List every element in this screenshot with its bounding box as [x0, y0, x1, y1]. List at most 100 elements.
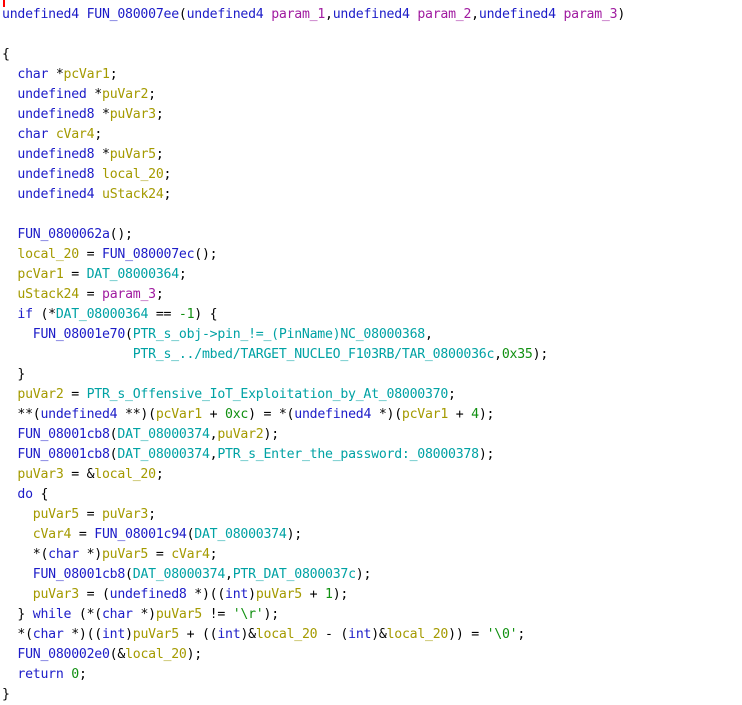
- code-line[interactable]: puVar5 = puVar3;: [2, 505, 625, 525]
- code-line[interactable]: [2, 205, 625, 225]
- type-token[interactable]: undefined8: [110, 587, 187, 602]
- type-token[interactable]: int: [102, 627, 125, 642]
- code-line[interactable]: undefined *puVar2;: [2, 85, 625, 105]
- code-line[interactable]: }: [2, 365, 625, 385]
- code-line[interactable]: {: [2, 45, 625, 65]
- code-line[interactable]: char cVar4;: [2, 125, 625, 145]
- type-token[interactable]: undefined8: [17, 167, 94, 182]
- type-token[interactable]: int: [217, 627, 240, 642]
- code-line[interactable]: undefined8 local_20;: [2, 165, 625, 185]
- char-literal[interactable]: '\0': [487, 627, 518, 642]
- variable-token[interactable]: pcVar1: [64, 67, 110, 82]
- code-line[interactable]: return 0;: [2, 665, 625, 685]
- variable-token[interactable]: puVar2: [17, 387, 63, 402]
- type-token[interactable]: char: [17, 127, 48, 142]
- type-token[interactable]: char: [17, 67, 48, 82]
- function-token[interactable]: FUN_08001c94: [94, 527, 187, 542]
- variable-token[interactable]: puVar2: [217, 427, 263, 442]
- code-line[interactable]: if (*DAT_08000364 == -1) {: [2, 305, 625, 325]
- function-token[interactable]: FUN_08001cb8: [17, 447, 110, 462]
- keyword-token[interactable]: while: [33, 607, 72, 622]
- parameter-token[interactable]: param_3: [102, 287, 156, 302]
- code-line[interactable]: **(undefined4 **)(pcVar1 + 0xc) = *(unde…: [2, 405, 625, 425]
- function-token[interactable]: FUN_080007ee: [87, 7, 180, 22]
- keyword-token[interactable]: return: [17, 667, 63, 682]
- variable-token[interactable]: local_20: [17, 247, 79, 262]
- variable-token[interactable]: puVar5: [256, 587, 302, 602]
- type-token[interactable]: char: [48, 547, 79, 562]
- global-token[interactable]: DAT_08000374: [117, 427, 210, 442]
- code-line[interactable]: FUN_08001cb8(DAT_08000374,PTR_DAT_080003…: [2, 565, 625, 585]
- type-token[interactable]: undefined4: [294, 407, 371, 422]
- code-line[interactable]: puVar3 = &local_20;: [2, 465, 625, 485]
- code-line[interactable]: undefined8 *puVar5;: [2, 145, 625, 165]
- variable-token[interactable]: cVar4: [171, 547, 210, 562]
- variable-token[interactable]: puVar5: [102, 547, 148, 562]
- type-token[interactable]: char: [33, 627, 64, 642]
- variable-token[interactable]: puVar5: [110, 147, 156, 162]
- function-token[interactable]: FUN_08001cb8: [33, 567, 126, 582]
- variable-token[interactable]: puVar3: [17, 467, 63, 482]
- variable-token[interactable]: cVar4: [56, 127, 95, 142]
- global-token[interactable]: PTR_s_obj->pin_!=_(PinName)NC_08000368: [133, 327, 425, 342]
- decompiler-code-view[interactable]: undefined4 FUN_080007ee(undefined4 param…: [2, 5, 625, 705]
- variable-token[interactable]: cVar4: [33, 527, 72, 542]
- type-token[interactable]: undefined8: [17, 147, 94, 162]
- type-token[interactable]: undefined4: [187, 7, 264, 22]
- code-line[interactable]: FUN_0800062a();: [2, 225, 625, 245]
- variable-token[interactable]: pcVar1: [402, 407, 448, 422]
- variable-token[interactable]: puVar3: [33, 587, 79, 602]
- number-literal[interactable]: -1: [179, 307, 195, 322]
- type-token[interactable]: int: [225, 587, 248, 602]
- code-line[interactable]: FUN_08001e70(PTR_s_obj->pin_!=_(PinName)…: [2, 325, 625, 345]
- type-token[interactable]: undefined4: [479, 7, 556, 22]
- variable-token[interactable]: local_20: [102, 167, 164, 182]
- code-line[interactable]: [2, 25, 625, 45]
- code-line[interactable]: puVar3 = (undefined8 *)((int)puVar5 + 1)…: [2, 585, 625, 605]
- type-token[interactable]: int: [348, 627, 371, 642]
- global-token[interactable]: DAT_08000364: [56, 307, 149, 322]
- global-token[interactable]: PTR_s_Enter_the_password:_08000378: [217, 447, 479, 462]
- type-token[interactable]: undefined4: [333, 7, 410, 22]
- code-line[interactable]: undefined8 *puVar3;: [2, 105, 625, 125]
- variable-token[interactable]: pcVar1: [17, 267, 63, 282]
- variable-token[interactable]: pcVar1: [156, 407, 202, 422]
- function-token[interactable]: FUN_08001cb8: [17, 427, 110, 442]
- number-literal[interactable]: 0xc: [225, 407, 248, 422]
- code-line[interactable]: char *pcVar1;: [2, 65, 625, 85]
- global-token[interactable]: PTR_s_Offensive_IoT_Exploitation_by_At_0…: [87, 387, 449, 402]
- variable-token[interactable]: puVar3: [102, 507, 148, 522]
- code-line[interactable]: FUN_080002e0(&local_20);: [2, 645, 625, 665]
- code-line[interactable]: uStack24 = param_3;: [2, 285, 625, 305]
- global-token[interactable]: PTR_s_../mbed/TARGET_NUCLEO_F103RB/TAR_0…: [133, 347, 495, 362]
- variable-token[interactable]: puVar5: [33, 507, 79, 522]
- code-line[interactable]: pcVar1 = DAT_08000364;: [2, 265, 625, 285]
- type-token[interactable]: char: [102, 607, 133, 622]
- number-literal[interactable]: 0: [71, 667, 79, 682]
- variable-token[interactable]: uStack24: [102, 187, 164, 202]
- global-token[interactable]: DAT_08000374: [133, 567, 226, 582]
- variable-token[interactable]: puVar3: [110, 107, 156, 122]
- function-token[interactable]: FUN_080007ec: [102, 247, 195, 262]
- code-line[interactable]: } while (*(char *)puVar5 != '\r');: [2, 605, 625, 625]
- variable-token[interactable]: uStack24: [17, 287, 79, 302]
- number-literal[interactable]: 0x35: [502, 347, 533, 362]
- number-literal[interactable]: 1: [325, 587, 333, 602]
- function-token[interactable]: FUN_080002e0: [17, 647, 110, 662]
- parameter-token[interactable]: param_1: [271, 7, 325, 22]
- variable-token[interactable]: local_20: [256, 627, 318, 642]
- code-line[interactable]: local_20 = FUN_080007ec();: [2, 245, 625, 265]
- code-line[interactable]: undefined4 FUN_080007ee(undefined4 param…: [2, 5, 625, 25]
- function-token[interactable]: FUN_0800062a: [17, 227, 110, 242]
- variable-token[interactable]: local_20: [387, 627, 449, 642]
- variable-token[interactable]: local_20: [94, 467, 156, 482]
- keyword-token[interactable]: if: [17, 307, 33, 322]
- code-line[interactable]: puVar2 = PTR_s_Offensive_IoT_Exploitatio…: [2, 385, 625, 405]
- function-token[interactable]: FUN_08001e70: [33, 327, 126, 342]
- code-line[interactable]: undefined4 uStack24;: [2, 185, 625, 205]
- variable-token[interactable]: puVar5: [156, 607, 202, 622]
- type-token[interactable]: undefined4: [2, 7, 79, 22]
- keyword-token[interactable]: do: [17, 487, 33, 502]
- global-token[interactable]: PTR_DAT_0800037c: [233, 567, 356, 582]
- type-token[interactable]: undefined: [17, 87, 86, 102]
